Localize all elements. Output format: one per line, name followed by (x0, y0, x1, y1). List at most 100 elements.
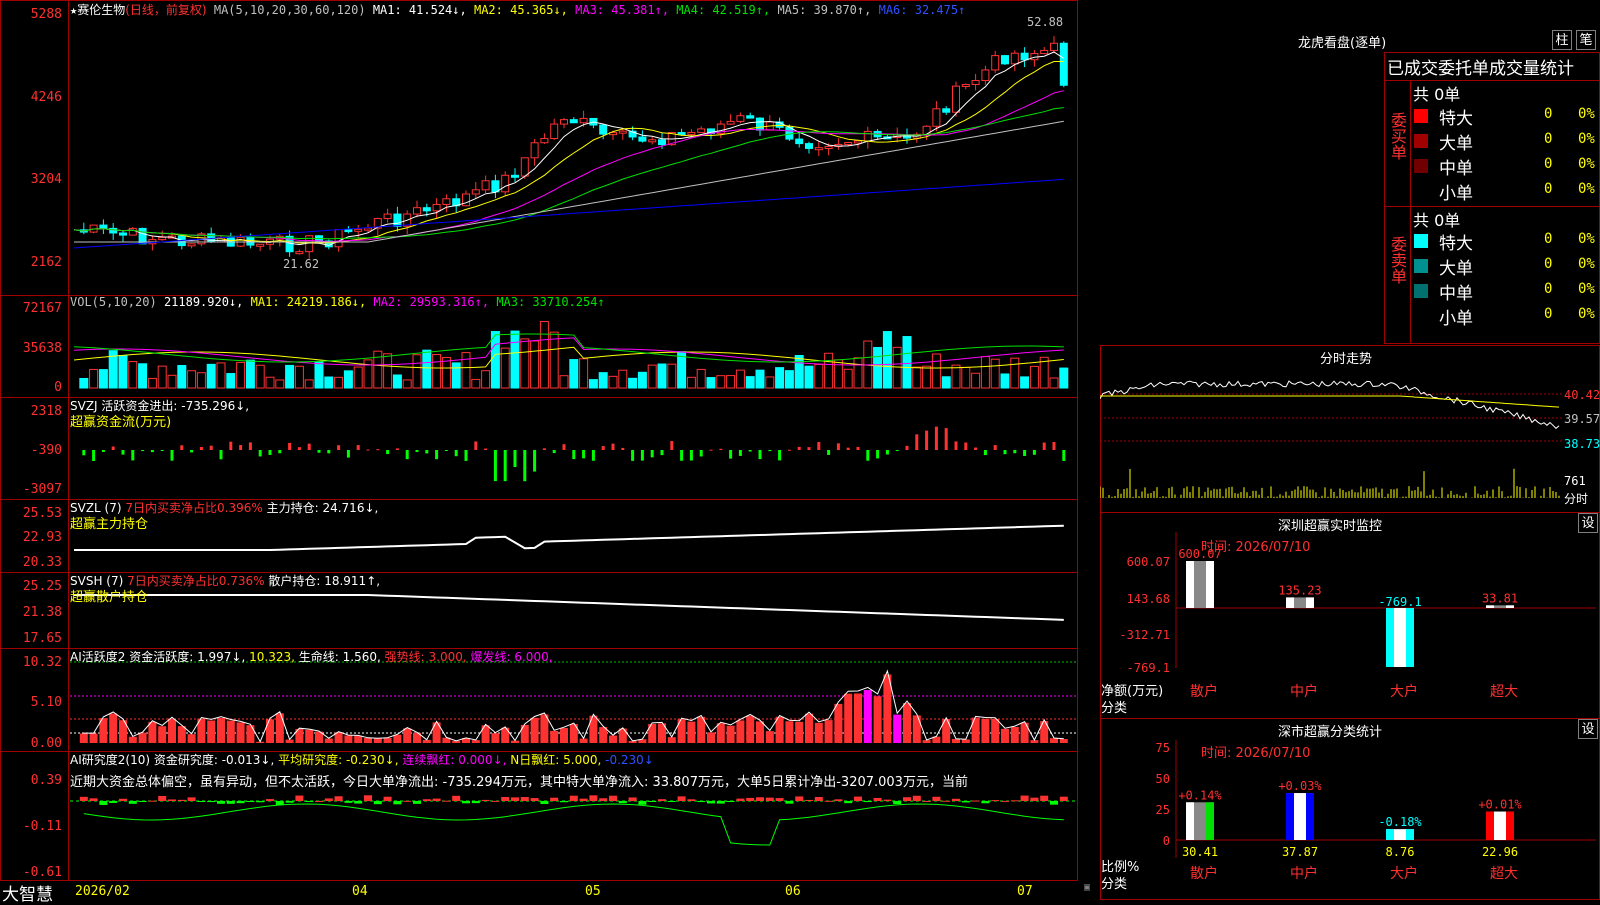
ai-activity-bar (79, 733, 88, 743)
ai-research-bar (295, 795, 304, 801)
ai-activity-bar (530, 717, 539, 743)
candle-body (961, 83, 970, 87)
ai-research-bar (844, 801, 853, 804)
monitor-category: 散户 (1190, 683, 1218, 700)
ai-research-bar (540, 801, 549, 805)
candle-body (383, 213, 392, 220)
monitor-ytick: 600.07 (1127, 555, 1170, 569)
sell-row-label: 特大 (1439, 234, 1473, 254)
ai-research-bar (373, 801, 382, 805)
ai1-tick-1: 10.32 (22, 655, 62, 670)
ma6-value: MA6: 32.475↑ (878, 3, 966, 17)
volume-bar (216, 362, 226, 389)
volume-bar (206, 363, 216, 389)
stats-change: +0.03% (1278, 779, 1322, 793)
ai-activity-bar (560, 727, 568, 743)
lock-icon[interactable]: ▣ (1084, 882, 1090, 893)
ai-activity-bar (1050, 738, 1058, 743)
svzj-bar (983, 450, 987, 456)
ai-research-bar (932, 796, 941, 801)
ai-research-bar (148, 800, 157, 802)
candle-body (824, 145, 833, 149)
buy-row-percent: 0% (1578, 156, 1595, 172)
volume-bar (343, 370, 353, 389)
svzj-bar (278, 450, 282, 454)
tick-view-button[interactable]: 笔 (1576, 30, 1596, 50)
candle-body (599, 124, 608, 135)
buy-row-value: 0 (1544, 131, 1553, 147)
ai-research-bar (285, 801, 294, 803)
ai-research-bar (481, 799, 490, 801)
volume-bar (912, 366, 922, 389)
ai-activity-bar (756, 721, 764, 743)
stock-name[interactable]: 赛伦生物 (77, 3, 125, 17)
vol-ma1: MA1: 24219.186↓, (250, 295, 367, 309)
volume-bar (637, 371, 647, 389)
ai-activity-bar (824, 720, 833, 743)
ai-research-bar (305, 801, 314, 802)
volume-bar (157, 365, 167, 389)
ai-activity-bar (403, 728, 412, 743)
candle-body (501, 174, 510, 193)
sell-row-percent: 0% (1578, 231, 1595, 247)
ai-activity-bar (383, 737, 392, 743)
ma3-value: MA3: 45.381↑, (575, 3, 670, 17)
volume-bar (686, 376, 696, 389)
svsh-line (74, 594, 1064, 621)
stats-category: 散户 (1190, 865, 1218, 882)
volume-bar (1000, 373, 1010, 389)
candle-body (687, 131, 696, 135)
volume-bar (79, 377, 89, 389)
volume-bar (657, 363, 667, 389)
svzj-bar (454, 450, 458, 457)
sell-swatch-1 (1414, 259, 1428, 273)
volume-bar (824, 352, 834, 389)
candle-body (413, 207, 421, 215)
ai-activity-bar (344, 735, 353, 743)
price-tick-1: 5288 (30, 7, 62, 22)
ai2-consecutive: 连续飘红: 0.000↓, (402, 753, 507, 767)
volume-bar (716, 375, 726, 389)
volume-bar (353, 366, 363, 389)
ai-activity-bar (226, 720, 235, 743)
stats-bar-hl2 (1206, 802, 1214, 840)
volume-bar (735, 369, 745, 389)
ai-research-bar (1040, 795, 1049, 801)
ai-research-bar (109, 801, 118, 803)
ai-research-bar (462, 801, 470, 804)
candle-body (1040, 49, 1049, 55)
candle-body (471, 189, 480, 195)
candle-body (560, 119, 568, 125)
monitor-bar-hl2 (1306, 597, 1314, 608)
stats-value: 8.76 (1386, 845, 1415, 859)
monitor-ytick: -312.71 (1119, 628, 1170, 642)
svzj-bar (199, 446, 203, 450)
period-mode[interactable]: (日线，前复权) (125, 3, 206, 17)
ai2-research: 资金研究度: -0.013↓, (153, 753, 275, 767)
order-stats-tab[interactable]: 已成交委托单成交量统计 (1387, 54, 1599, 79)
svzj-bar (415, 450, 419, 453)
volume-bar (833, 359, 843, 389)
ai-research-bar (217, 801, 225, 804)
ai-research-bar (863, 801, 872, 803)
ai-research-bar (765, 797, 774, 801)
column-view-button[interactable]: 柱 (1552, 30, 1572, 50)
svzj-bar (827, 450, 831, 455)
volume-bar (902, 336, 912, 389)
svzj-bar (248, 442, 252, 450)
ai-research-bar (775, 798, 784, 801)
ai2-tick-2: -0.11 (22, 819, 62, 834)
svzj-bar (631, 450, 635, 461)
ai-activity-bar (148, 721, 157, 743)
ai1-value2: 10.323, (249, 650, 295, 664)
ai-research-bar (805, 799, 813, 801)
svzj-bar (1062, 450, 1066, 461)
svzj-bar (797, 446, 801, 450)
ai-activity-bar (1001, 728, 1009, 743)
ai1-tick-3: 0.00 (30, 736, 62, 751)
ai-research-bar (383, 796, 392, 801)
volume-bar (520, 338, 530, 389)
stats-ytick: 0 (1163, 834, 1170, 848)
ai-research-bar (207, 801, 216, 803)
stats-bar-hl (1186, 802, 1194, 840)
